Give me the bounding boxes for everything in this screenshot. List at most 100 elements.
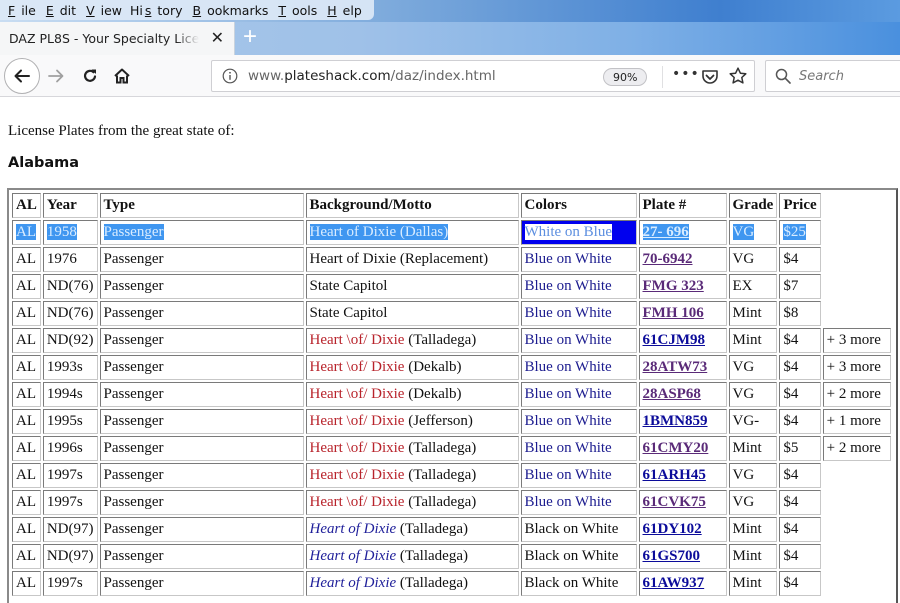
info-icon[interactable] [222, 68, 238, 84]
zoom-level-badge[interactable]: 90% [603, 68, 648, 86]
table-row: AL 1993s Passenger Heart \of/ Dixie (Dekalb… [12, 355, 891, 380]
cell-background-motto: Heart \of/ Dixie (Jefferson) [305, 409, 519, 434]
cell-year: 1997s [42, 571, 98, 596]
cell-grade: VG [728, 463, 778, 488]
plate-link[interactable]: 28ASP68 [643, 386, 701, 402]
menu-bookmarks[interactable]: Bookmarks [189, 3, 275, 18]
cell-background-motto: Heart of Dixie (Replacement) [305, 247, 519, 272]
cell-year: 1994s [42, 382, 98, 407]
menu-edit[interactable]: Edit [42, 3, 82, 18]
cell-state: AL [12, 328, 41, 353]
menu-history[interactable]: Hi s tory [128, 3, 188, 18]
close-tab-icon[interactable]: ✕ [211, 28, 224, 47]
cell-plate: 61CJM98 [638, 328, 727, 353]
cell-grade: Mint [728, 517, 778, 542]
motto-county: (Talladega) [396, 521, 468, 537]
cell-plate: 61GS700 [638, 544, 727, 569]
cell-grade: VG [728, 490, 778, 515]
cell-type: Passenger [99, 571, 304, 596]
cell-grade: Mint [728, 301, 778, 326]
column-header-type: Type [99, 193, 304, 218]
plate-link[interactable]: 61ARH45 [643, 467, 706, 483]
plate-link[interactable]: 28ATW73 [643, 359, 708, 375]
column-header-grade: Grade [728, 193, 778, 218]
plate-link[interactable]: 61CJM98 [643, 332, 706, 348]
motto-county: (Talladega) [396, 548, 468, 564]
search-icon [775, 68, 791, 84]
plate-link[interactable]: FMH 106 [643, 305, 704, 321]
navigation-toolbar: www.plateshack.com/daz/index.html 90% ••… [0, 55, 900, 97]
more-plates-link[interactable]: + 3 more [822, 328, 891, 353]
plate-link[interactable]: 1BMN859 [643, 413, 708, 429]
cell-state: AL [12, 382, 41, 407]
table-row: AL 1997s Passenger Heart \of/ Dixie (Tallad… [12, 463, 891, 488]
plate-link[interactable]: 27- 696 [643, 224, 689, 240]
divider [662, 66, 663, 88]
cell-background-motto: Heart of Dixie (Talladega) [305, 571, 519, 596]
table-row: AL ND(92) Passenger Heart \of/ Dixie (Talla… [12, 328, 891, 353]
cell-state: AL [12, 436, 41, 461]
plate-link[interactable]: 61AW937 [643, 575, 705, 591]
tab-active[interactable]: DAZ PL8S - Your Specialty License Plates… [0, 22, 235, 55]
more-plates-link[interactable]: + 1 more [822, 409, 891, 434]
plate-link[interactable]: 61GS700 [643, 548, 701, 564]
address-bar[interactable]: www.plateshack.com/daz/index.html 90% ••… [211, 60, 755, 92]
more-plates-link[interactable]: + 2 more [822, 436, 891, 461]
search-bar[interactable]: Search [765, 60, 900, 92]
plate-link[interactable]: 61DY102 [643, 521, 702, 537]
page-actions-menu-icon[interactable]: ••• [672, 66, 700, 82]
menu-tools[interactable]: Tools [274, 3, 323, 18]
tab-title: DAZ PL8S - Your Specialty License Plates [9, 31, 199, 46]
menu-view[interactable]: View [82, 3, 128, 18]
bookmark-star-icon[interactable] [728, 66, 748, 86]
arrow-left-icon [14, 69, 30, 83]
column-header-more-empty [823, 193, 891, 218]
cell-type: Passenger [99, 490, 304, 515]
cell-year: 1993s [42, 355, 98, 380]
plate-link[interactable]: 61CVK75 [643, 494, 706, 510]
cell-empty [823, 571, 891, 596]
cell-type: Passenger [99, 247, 304, 272]
cell-type: Passenger [99, 409, 304, 434]
cell-colors: Blue on White [520, 463, 637, 488]
home-button[interactable] [110, 62, 134, 90]
more-plates-link[interactable]: + 3 more [822, 355, 891, 380]
cell-price: $4 [779, 571, 821, 596]
table-row: AL 1996s Passenger Heart \of/ Dixie (Tallad… [12, 436, 891, 461]
motto-text: Heart \of/ Dixie [309, 467, 405, 483]
table-row: AL 1958 Passenger Heart of Dixie (Dallas) Wh… [12, 220, 891, 245]
cell-plate: 61AW937 [638, 571, 727, 596]
cell-grade: VG [728, 355, 778, 380]
cell-state: AL [12, 355, 41, 380]
plate-link[interactable]: 70-6942 [643, 251, 693, 267]
cell-empty [823, 517, 891, 542]
cell-type: Passenger [99, 220, 304, 245]
cell-state: AL [12, 247, 41, 272]
menu-help[interactable]: Help [323, 3, 368, 18]
cell-state: AL [12, 490, 41, 515]
more-plates-link[interactable]: + 2 more [822, 382, 891, 407]
cell-colors: White on Blue [520, 220, 637, 245]
new-tab-button[interactable]: + [243, 23, 257, 51]
cell-type: Passenger [99, 544, 304, 569]
pocket-icon[interactable] [700, 67, 720, 87]
url-text[interactable]: www.plateshack.com/daz/index.html [248, 68, 496, 84]
cell-grade: VG [728, 220, 778, 245]
menu-file[interactable]: File [4, 3, 42, 18]
cell-year: ND(92) [42, 328, 98, 353]
cell-year: ND(76) [42, 301, 98, 326]
back-button[interactable] [4, 58, 40, 94]
table-row: AL ND(97) Passenger Heart of Dixie (Tallade… [12, 517, 891, 542]
column-header-state: AL [12, 193, 41, 218]
cell-plate: 1BMN859 [638, 409, 727, 434]
cell-price: $8 [779, 301, 821, 326]
motto-text: State Capitol [309, 305, 388, 321]
table-row: AL 1997s Passenger Heart of Dixie (Talladeg… [12, 571, 891, 596]
cell-plate: 61DY102 [638, 517, 727, 542]
plate-link[interactable]: FMG 323 [643, 278, 704, 294]
reload-button[interactable] [78, 62, 102, 90]
cell-price: $4 [779, 463, 821, 488]
cell-price: $7 [779, 274, 821, 299]
plate-link[interactable]: 61CMY20 [643, 440, 709, 456]
forward-button[interactable] [44, 62, 68, 90]
